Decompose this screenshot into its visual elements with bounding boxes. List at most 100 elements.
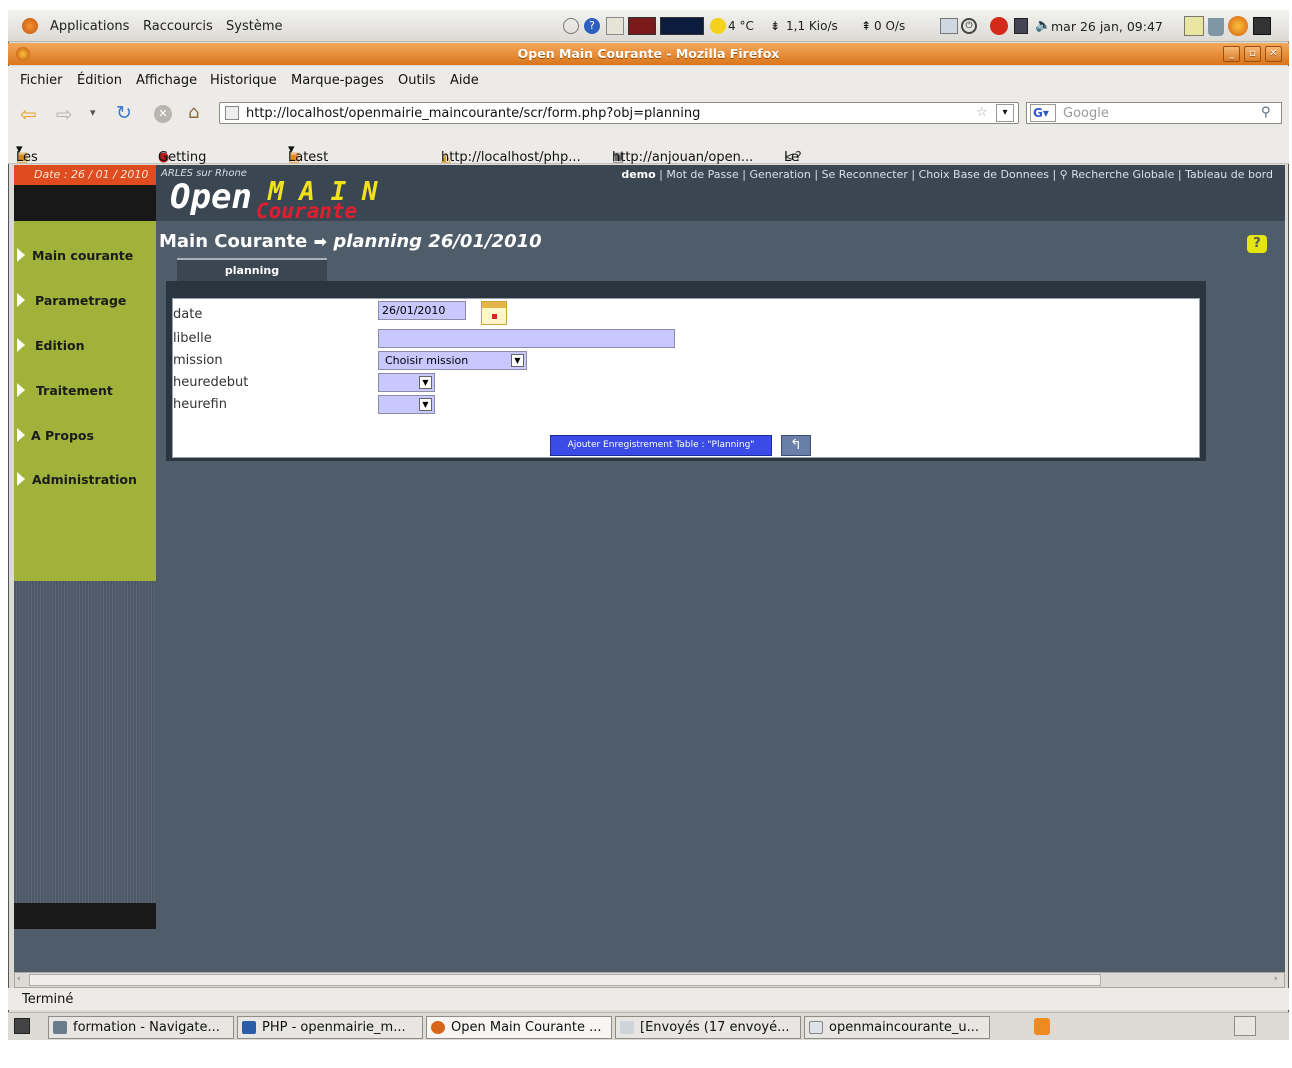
menu-aide[interactable]: Aide <box>450 73 479 88</box>
network-manager-icon[interactable] <box>1014 18 1028 34</box>
update-icon[interactable] <box>990 17 1008 35</box>
triangle-right-icon <box>17 293 25 307</box>
date-input[interactable]: 26/01/2010 <box>378 301 466 320</box>
tab-planning[interactable]: planning <box>177 258 327 281</box>
bookmark-latest-headlines[interactable]: ▣Latest Headlines ▾ <box>288 142 352 180</box>
link-choix-base[interactable]: Choix Base de Donnees <box>919 168 1049 181</box>
stop-icon[interactable]: ✕ <box>154 105 172 123</box>
minimize-button[interactable]: _ <box>1223 46 1240 62</box>
search-magnifier-icon[interactable]: ⚲ <box>1261 105 1271 120</box>
logo-open-text: Open <box>170 177 252 217</box>
editor-icon[interactable] <box>606 17 624 35</box>
terminal-launcher-icon[interactable] <box>1253 17 1271 35</box>
scroll-right-arrow-icon[interactable]: › <box>1274 974 1278 984</box>
document-icon <box>809 1021 823 1034</box>
panel-menu-applications[interactable]: Applications <box>50 19 129 34</box>
search-placeholder[interactable]: Google <box>1063 106 1109 121</box>
return-arrow-icon: ↰ <box>790 437 802 453</box>
reload-icon[interactable]: ↻ <box>116 102 132 124</box>
triangle-right-icon <box>17 472 25 486</box>
bookmark-star-icon[interactable]: ☆ <box>976 105 988 120</box>
task-formation[interactable]: formation - Navigate... <box>48 1016 234 1039</box>
window-app-icon[interactable] <box>16 47 30 61</box>
menu-outils[interactable]: Outils <box>398 73 436 88</box>
close-button[interactable]: ✕ <box>1265 46 1282 62</box>
calendar-header <box>482 302 506 308</box>
chevron-down-icon[interactable]: ▼ <box>419 398 432 411</box>
web-page: Date : 26 / 01 / 2010 ARLES sur Rhone Op… <box>14 165 1285 972</box>
link-recherche-globale[interactable]: Recherche Globale <box>1071 168 1174 181</box>
menu-fichier[interactable]: Fichier <box>20 73 63 88</box>
trash-bin-icon[interactable] <box>1034 1018 1050 1035</box>
nav-administration[interactable]: Administration <box>14 465 156 495</box>
workspace-switcher-icon[interactable] <box>1234 1016 1256 1036</box>
site-identity-icon[interactable] <box>225 106 239 120</box>
add-record-button[interactable]: Ajouter Enregistrement Table : "Planning… <box>550 435 772 456</box>
show-desktop-icon[interactable] <box>14 1018 30 1034</box>
google-engine-icon[interactable]: G▾ <box>1030 104 1056 122</box>
help-icon[interactable]: ? <box>584 18 600 34</box>
link-tableau-de-bord[interactable]: Tableau de bord <box>1185 168 1273 181</box>
nav-edition[interactable]: Edition <box>14 331 156 361</box>
weather-temp: 4 °C <box>728 19 754 33</box>
link-generation[interactable]: Generation <box>749 168 810 181</box>
task-envoyes[interactable]: [Envoyés (17 envoyé... <box>615 1016 801 1039</box>
forward-arrow-icon[interactable]: ⇨ <box>56 102 73 126</box>
app-logo[interactable]: Open M A I N Courante <box>170 177 410 223</box>
nav-main-courante[interactable]: Main courante <box>14 241 156 271</box>
nav-parametrage[interactable]: Parametrage <box>14 286 156 316</box>
heurefin-select[interactable]: ▼ <box>378 395 435 414</box>
panel-menu-raccourcis[interactable]: Raccourcis <box>143 19 213 34</box>
net-down-rate: 1,1 Kio/s <box>786 19 838 33</box>
history-dropdown-icon[interactable]: ▾ <box>90 106 96 119</box>
notes-icon[interactable] <box>1184 16 1204 36</box>
nav-traitement[interactable]: Traitement <box>14 376 156 406</box>
task-php[interactable]: PHP - openmairie_m... <box>237 1016 423 1039</box>
url-text[interactable]: http://localhost/openmairie_maincourante… <box>246 106 700 121</box>
url-dropdown-icon[interactable]: ▾ <box>996 104 1014 122</box>
power-icon[interactable]: ⏻ <box>961 18 977 34</box>
firefox-launcher-icon[interactable] <box>1228 16 1248 36</box>
calendar-icon[interactable] <box>481 301 507 325</box>
menu-historique[interactable]: Historique <box>210 73 277 88</box>
mission-select[interactable]: Choisir mission ▼ <box>378 351 527 370</box>
nav-a-propos[interactable]: A Propos <box>14 421 156 451</box>
bookmark-les-plus-visites[interactable]: ▣ Les plus visités ▾ <box>16 142 58 195</box>
chevron-down-icon[interactable]: ▼ <box>511 354 524 367</box>
volume-icon[interactable]: 🔈 <box>1035 18 1051 33</box>
horizontal-scrollbar[interactable]: ‹ › <box>14 972 1285 988</box>
task-open-main-courante[interactable]: Open Main Courante ... <box>426 1016 612 1039</box>
breadcrumb-root[interactable]: Main Courante <box>159 231 307 252</box>
scroll-left-arrow-icon[interactable]: ‹ <box>17 974 21 984</box>
task-openmaincourante[interactable]: openmaincourante_u... <box>804 1016 990 1039</box>
panel-menu-systeme[interactable]: Système <box>226 19 282 34</box>
maximize-button[interactable]: ▫ <box>1244 46 1261 62</box>
search-bar[interactable]: G▾ Google ⚲ <box>1026 102 1282 124</box>
scrollbar-thumb[interactable] <box>29 974 1101 986</box>
help-question-icon[interactable]: ? <box>1247 235 1267 253</box>
monitor-icon[interactable] <box>628 17 656 35</box>
menu-affichage[interactable]: Affichage <box>136 73 197 88</box>
window-titlebar[interactable]: Open Main Courante - Mozilla Firefox _ ▫… <box>8 43 1289 65</box>
mail-icon[interactable] <box>563 18 579 34</box>
libelle-input[interactable] <box>378 329 675 348</box>
back-button[interactable]: ↰ <box>781 435 811 456</box>
bottom-taskbar: formation - Navigate... PHP - openmairie… <box>8 1012 1289 1040</box>
heuredebut-select[interactable]: ▼ <box>378 373 435 392</box>
menubar: Fichier Édition Affichage Historique Mar… <box>8 66 1289 92</box>
gnome-foot-icon[interactable] <box>22 18 38 34</box>
screenshot-icon[interactable] <box>940 18 958 34</box>
chevron-down-icon[interactable]: ▼ <box>419 376 432 389</box>
bookmarks-toolbar: ▣ Les plus visités ▾ ● Getting Started ▣… <box>8 134 1289 225</box>
network-graph-icon[interactable] <box>660 17 704 35</box>
triangle-right-icon <box>17 338 25 352</box>
menu-edition[interactable]: Édition <box>77 73 122 88</box>
link-mot-de-passe[interactable]: Mot de Passe <box>666 168 738 181</box>
panel-clock[interactable]: mar 26 jan, 09:47 <box>1051 19 1163 34</box>
back-arrow-icon[interactable]: ⇦ <box>20 102 37 126</box>
trash-icon[interactable] <box>1208 18 1224 36</box>
link-se-reconnecter[interactable]: Se Reconnecter <box>822 168 908 181</box>
url-bar[interactable]: http://localhost/openmairie_maincourante… <box>219 102 1019 124</box>
menu-marque-pages[interactable]: Marque-pages <box>291 73 384 88</box>
home-icon[interactable]: ⌂ <box>188 102 199 123</box>
